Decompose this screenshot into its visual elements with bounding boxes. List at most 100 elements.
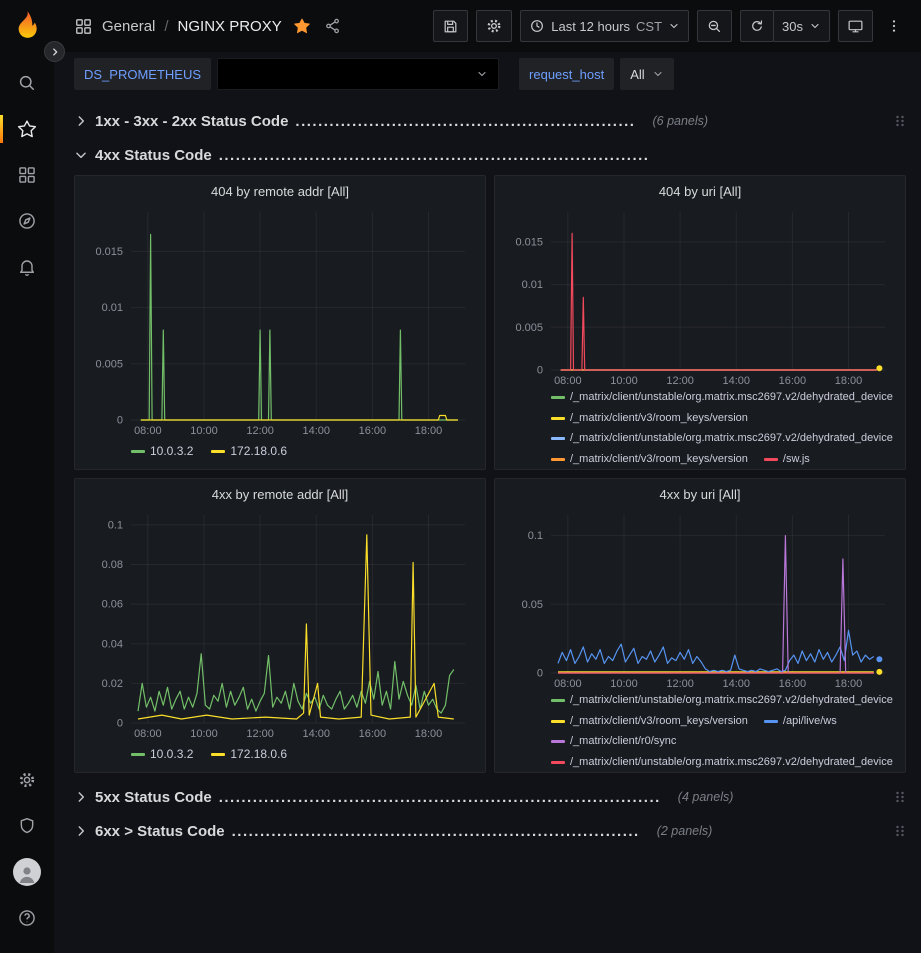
sidebar-item-starred[interactable] [0,106,54,152]
svg-text:18:00: 18:00 [415,425,443,437]
legend-item[interactable]: /api/live/ws [764,712,837,732]
svg-text:0.015: 0.015 [515,236,543,248]
legend-item[interactable]: /_matrix/client/unstable/org.matrix.msc2… [551,753,893,773]
sidebar-item-server-admin[interactable] [0,803,54,849]
variable-value-request-host[interactable]: All [620,58,673,90]
panel-4xx-by-uri: 4xx by uri [All] 00.050.108:0010:0012:00… [494,478,906,773]
sidebar-item-search[interactable] [0,60,54,106]
legend-item[interactable]: /_matrix/client/unstable/org.matrix.msc2… [551,691,893,711]
legend-item[interactable]: /_matrix/client/v3/room_keys/version [551,409,748,429]
panel-title[interactable]: 4xx by uri [All] [505,479,895,509]
legend: /_matrix/client/unstable/org.matrix.msc2… [505,691,895,772]
legend-series-marker [551,720,565,723]
legend-series-label: 10.0.3.2 [150,747,193,761]
drag-handle-icon[interactable] [894,113,906,129]
dashboard-settings-button[interactable] [476,10,512,42]
row-title: 6xx > Status Code [95,823,225,840]
time-series-plot[interactable]: 00.0050.010.01508:0010:0012:0014:0016:00… [505,206,895,388]
time-zone-label: CST [636,19,662,34]
legend-item[interactable]: 10.0.3.2 [131,444,193,458]
variable-value-datasource-redacted[interactable] [217,58,499,90]
sidebar-expand-button[interactable] [44,41,65,62]
person-icon [15,862,39,886]
variables-bar: DS_PROMETHEUS request_host All [54,52,921,96]
legend-item[interactable]: 10.0.3.2 [131,747,193,761]
row-header-6xx[interactable]: 6xx > Status Code ......................… [74,817,906,845]
chevron-right-icon [74,790,88,804]
refresh-icon [749,18,765,34]
legend-item[interactable]: /_matrix/client/v3/room_keys/version [551,450,748,470]
sidebar-item-profile[interactable] [0,849,54,895]
more-options-button[interactable] [881,10,907,42]
legend-item[interactable]: /_matrix/client/v3/room_keys/version [551,712,748,732]
zoom-out-button[interactable] [697,10,732,42]
clock-icon [529,18,545,34]
refresh-interval-picker[interactable]: 30s [773,10,830,42]
legend-item[interactable]: /_matrix/client/r0/sync [551,732,676,752]
row-header-1xx-3xx-2xx[interactable]: 1xx - 3xx - 2xx Status Code ............… [74,107,906,135]
breadcrumb-dashboard-title[interactable]: NGINX PROXY [178,18,282,35]
row-header-5xx[interactable]: 5xx Status Code ........................… [74,783,906,811]
breadcrumb-section[interactable]: General [102,18,155,35]
sidebar-item-explore[interactable] [0,198,54,244]
panel-title[interactable]: 404 by uri [All] [505,176,895,206]
svg-text:10:00: 10:00 [610,375,638,387]
svg-text:14:00: 14:00 [722,375,750,387]
legend-series-label: /sw.js [783,451,810,468]
favorite-star-icon [293,17,311,35]
save-dashboard-button[interactable] [433,10,468,42]
dashboard-canvas: 1xx - 3xx - 2xx Status Code ............… [54,96,921,953]
svg-text:16:00: 16:00 [359,425,387,437]
row-panel-count: (2 panels) [657,824,713,838]
variable-label-request-host[interactable]: request_host [519,58,614,90]
share-icon [324,17,342,35]
legend-item[interactable]: /_matrix/client/unstable/org.matrix.msc2… [551,388,893,408]
legend-series-marker [551,396,565,399]
chevron-down-icon [809,20,821,32]
refresh-group: 30s [740,10,830,42]
panels-grid: 404 by remote addr [All] 00.0050.010.015… [74,175,906,773]
row-header-4xx[interactable]: 4xx Status Code ........................… [74,141,906,169]
refresh-button[interactable] [740,10,774,42]
chevron-down-icon [652,68,664,80]
variable-label-datasource[interactable]: DS_PROMETHEUS [74,58,211,90]
legend: 10.0.3.2 172.18.0.6 [85,741,475,767]
panel-title[interactable]: 404 by remote addr [All] [85,176,475,206]
legend-series-label: /_matrix/client/unstable/org.matrix.msc2… [570,430,893,447]
time-range-picker[interactable]: Last 12 hours CST [520,10,689,42]
legend-series-marker [551,437,565,440]
svg-text:0.01: 0.01 [522,279,543,291]
drag-handle-icon[interactable] [894,823,906,839]
legend-series-label: /_matrix/client/v3/room_keys/version [570,451,748,468]
gear-icon [17,770,37,790]
legend-series-marker [131,450,145,453]
svg-text:08:00: 08:00 [134,728,162,740]
share-button[interactable] [322,17,344,35]
time-series-plot[interactable]: 00.0050.010.01508:0010:0012:0014:0016:00… [85,206,475,438]
kiosk-mode-button[interactable] [838,10,873,42]
legend-item[interactable]: 172.18.0.6 [211,444,287,458]
legend-series-label: /_matrix/client/unstable/org.matrix.msc2… [570,692,893,709]
legend-series-marker [131,753,145,756]
svg-text:08:00: 08:00 [554,678,582,690]
row-title: 1xx - 3xx - 2xx Status Code [95,113,288,130]
legend-item[interactable]: 172.18.0.6 [211,747,287,761]
dashboard-toolbar: General / NGINX PROXY La [54,0,921,52]
sidebar-item-configuration[interactable] [0,757,54,803]
svg-text:0.1: 0.1 [108,519,123,531]
panel-title[interactable]: 4xx by remote addr [All] [85,479,475,509]
svg-text:12:00: 12:00 [246,425,274,437]
legend-item[interactable]: /_matrix/client/unstable/org.matrix.msc2… [551,429,893,449]
favorite-button[interactable] [291,17,313,35]
grafana-logo[interactable] [11,10,43,44]
sidebar-item-alerting[interactable] [0,244,54,290]
sidebar-item-help[interactable] [0,895,54,941]
sidebar-item-dashboards[interactable] [0,152,54,198]
time-series-plot[interactable]: 00.020.040.060.080.108:0010:0012:0014:00… [85,509,475,741]
legend-item[interactable]: /sw.js [764,450,810,470]
drag-handle-icon[interactable] [894,789,906,805]
svg-text:14:00: 14:00 [302,728,330,740]
row-leader-dots: ........................................… [219,147,650,164]
user-avatar [13,858,41,886]
time-series-plot[interactable]: 00.050.108:0010:0012:0014:0016:0018:00 [505,509,895,691]
